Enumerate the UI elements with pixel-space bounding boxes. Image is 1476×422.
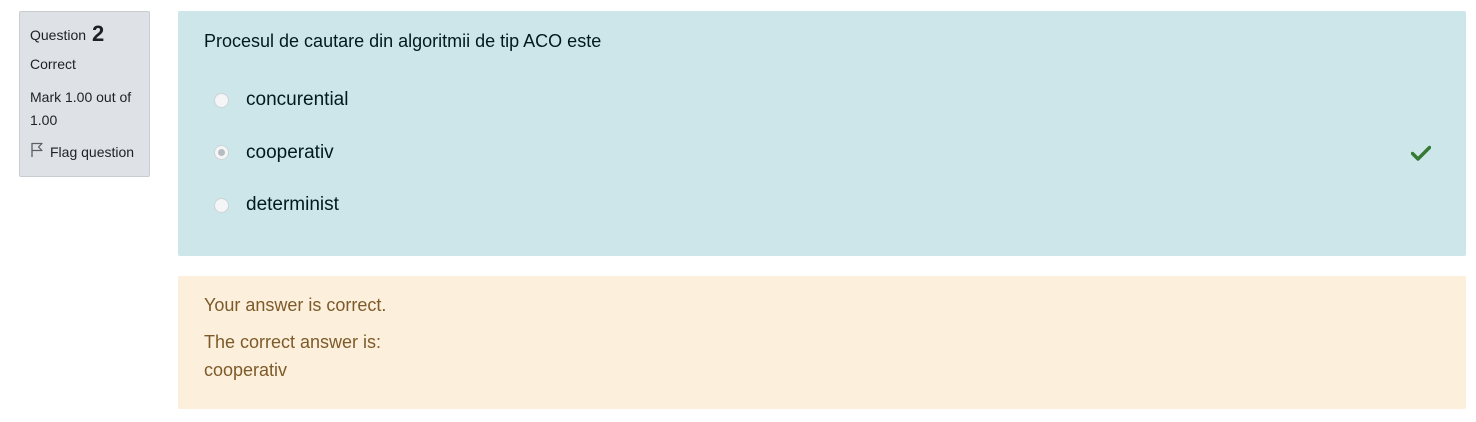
- question-formulation: Procesul de cautare din algoritmii de ti…: [178, 11, 1466, 256]
- correct-check-icon: [1410, 145, 1432, 161]
- general-feedback: Your answer is correct.: [204, 295, 387, 315]
- flag-icon: [30, 142, 44, 162]
- question-info-box: Question 2 Correct Mark 1.00 out of 1.00…: [19, 11, 150, 177]
- right-answer-value: cooperativ: [204, 360, 288, 380]
- answer-radio-selected[interactable]: [214, 145, 229, 161]
- question-grade: Mark 1.00 out of 1.00: [30, 89, 132, 128]
- question-number: 2: [91, 21, 105, 46]
- answer-label: determinist: [246, 194, 339, 216]
- answer-option[interactable]: determinist: [204, 179, 1440, 232]
- question-text: Procesul de cautare din algoritmii de ti…: [204, 31, 602, 51]
- flag-question-label: Flag question: [50, 144, 135, 160]
- question-number-heading: Question 2: [30, 22, 139, 47]
- answer-label: concurential: [246, 89, 349, 111]
- right-answer-label: The correct answer is:: [204, 332, 382, 352]
- question-label: Question: [30, 27, 87, 43]
- question-container: Question 2 Correct Mark 1.00 out of 1.00…: [0, 0, 1476, 422]
- answer-option[interactable]: concurential: [204, 74, 1440, 127]
- question-state: Correct: [30, 56, 76, 72]
- answer-radio[interactable]: [214, 197, 229, 213]
- answer-label: cooperativ: [246, 141, 334, 163]
- feedback-box: Your answer is correct. The correct answ…: [178, 276, 1466, 409]
- flag-question-link[interactable]: Flag question: [30, 142, 139, 162]
- answer-radio[interactable]: [214, 92, 229, 108]
- answer-option[interactable]: cooperativ: [204, 127, 1440, 180]
- answer-list: concurential cooperativ determinist: [204, 74, 1440, 232]
